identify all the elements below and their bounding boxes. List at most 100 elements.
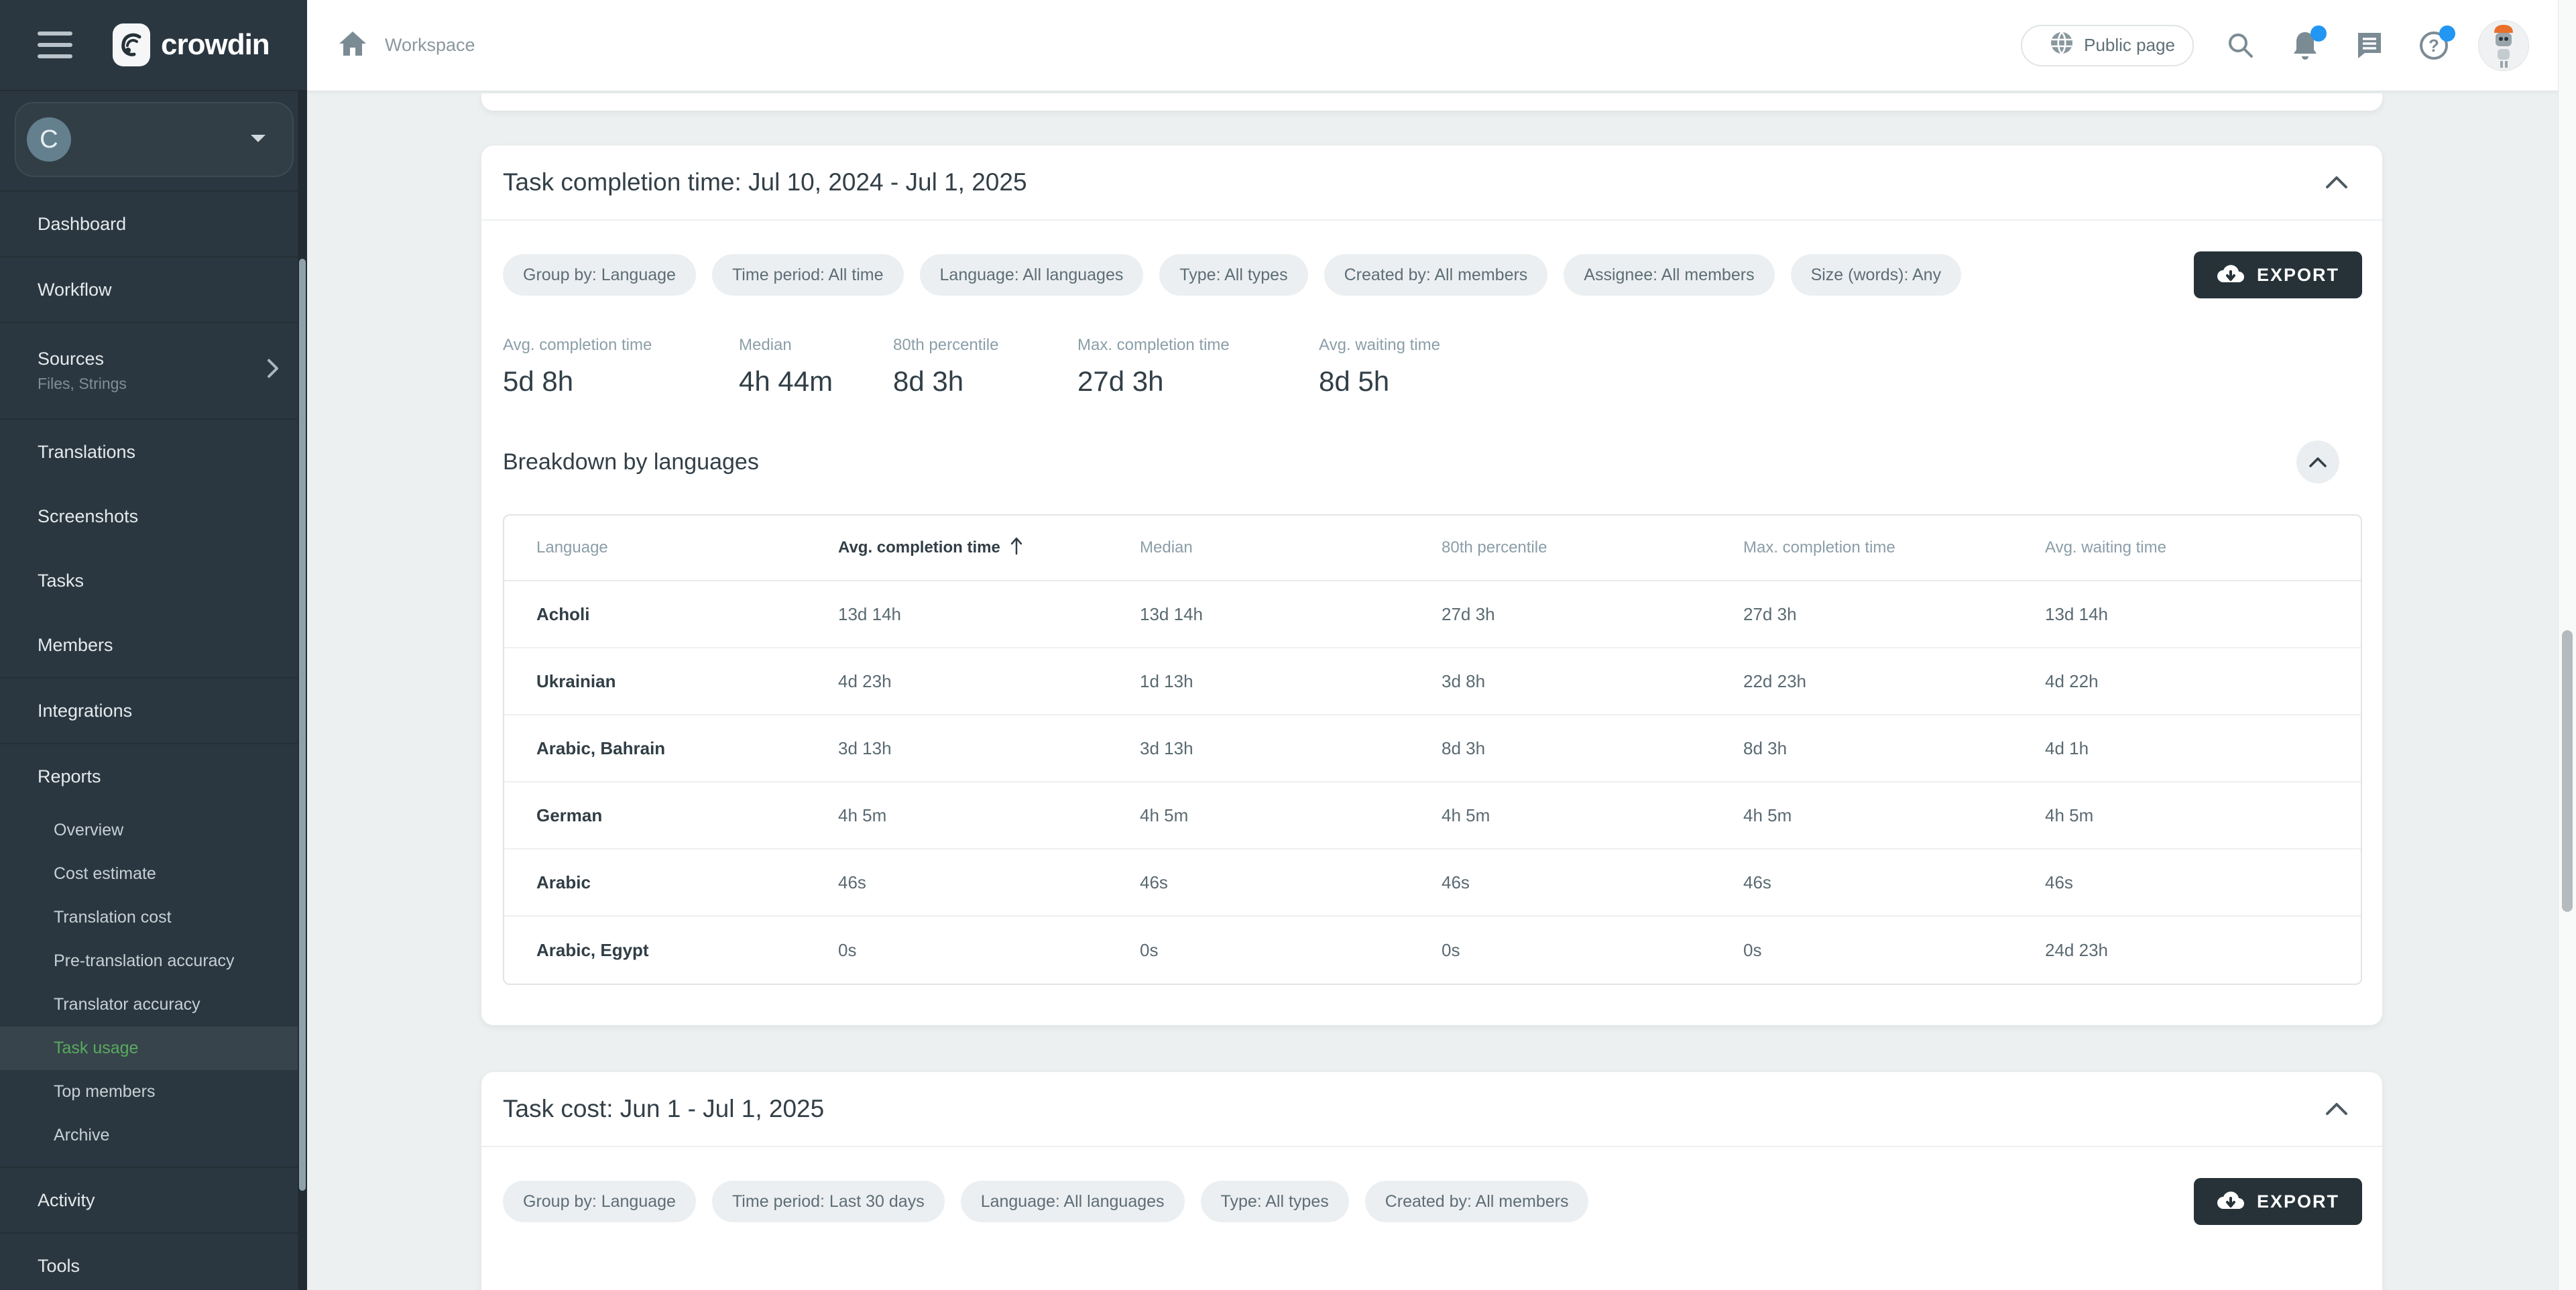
table-header-row: Language Avg. completion time Median 80t…: [504, 516, 2361, 581]
sidebar-item-tasks[interactable]: Tasks: [0, 548, 307, 613]
user-avatar[interactable]: [2478, 20, 2529, 71]
caret-down-icon: [248, 132, 268, 148]
chip-created-by[interactable]: Created by: All members: [1365, 1181, 1589, 1222]
stat-avg-completion: Avg. completion time 5d 8h: [503, 336, 739, 398]
help-notification-dot: [2439, 25, 2455, 42]
page-scrollbar-thumb[interactable]: [2562, 630, 2573, 912]
sidebar-subitem-overview[interactable]: Overview: [0, 809, 307, 852]
crowdin-logo[interactable]: crowdin: [113, 23, 270, 66]
task-completion-panel: Task completion time: Jul 10, 2024 - Jul…: [481, 145, 2382, 1025]
export-button[interactable]: EXPORT: [2194, 1178, 2362, 1225]
main-area: Workspace Public page: [307, 0, 2576, 1290]
chip-language[interactable]: Language: All languages: [920, 254, 1144, 296]
breakdown-table: Language Avg. completion time Median 80t…: [503, 514, 2362, 985]
sidebar-scrollbar-thumb[interactable]: [299, 259, 306, 1191]
col-max-completion[interactable]: Max. completion time: [1743, 538, 2045, 557]
cloud-download-icon: [2217, 1191, 2245, 1212]
task-cost-header: Task cost: Jun 1 - Jul 1, 2025: [481, 1072, 2382, 1147]
stat-max-completion: Max. completion time 27d 3h: [1077, 336, 1319, 398]
table-row: Arabic 46s 46s 46s 46s 46s: [504, 849, 2361, 917]
col-median[interactable]: Median: [1140, 538, 1442, 557]
col-avg-completion[interactable]: Avg. completion time: [838, 536, 1140, 560]
task-cost-panel: Task cost: Jun 1 - Jul 1, 2025 Group by:…: [481, 1072, 2382, 1290]
sidebar-scrollbar[interactable]: [298, 91, 307, 1290]
col-avg-waiting[interactable]: Avg. waiting time: [2045, 538, 2361, 557]
workspace-selector-wrap: C: [0, 91, 307, 192]
task-cost-title: Task cost: Jun 1 - Jul 1, 2025: [503, 1095, 824, 1123]
sidebar-header: crowdin: [0, 0, 307, 91]
search-icon[interactable]: [2223, 28, 2258, 63]
export-button[interactable]: EXPORT: [2194, 251, 2362, 298]
col-language[interactable]: Language: [536, 538, 838, 557]
topbar-actions: Public page ?: [2021, 20, 2529, 71]
sidebar-subitem-top-members[interactable]: Top members: [0, 1070, 307, 1114]
chip-language[interactable]: Language: All languages: [961, 1181, 1185, 1222]
chip-created-by[interactable]: Created by: All members: [1324, 254, 1548, 296]
breadcrumb-workspace[interactable]: Workspace: [385, 35, 475, 56]
sidebar-item-workflow[interactable]: Workflow: [0, 257, 307, 322]
summary-stats: Avg. completion time 5d 8h Median 4h 44m…: [503, 336, 2362, 398]
public-page-label: Public page: [2084, 35, 2175, 56]
chip-time-period[interactable]: Time period: All time: [712, 254, 904, 296]
app-root: crowdin C Dashboard Workflow: [0, 0, 2576, 1290]
sidebar: crowdin C Dashboard Workflow: [0, 0, 307, 1290]
table-row: German 4h 5m 4h 5m 4h 5m 4h 5m 4h 5m: [504, 782, 2361, 849]
collapse-task-completion-icon[interactable]: [2315, 161, 2358, 204]
sources-sublabel: Files, Strings: [38, 375, 127, 393]
topbar: Workspace Public page: [307, 0, 2576, 91]
filter-row: Group by: Language Time period: Last 30 …: [503, 1178, 2362, 1225]
help-icon[interactable]: ?: [2416, 28, 2451, 63]
chip-group-by[interactable]: Group by: Language: [503, 254, 696, 296]
sort-ascending-icon: [1010, 536, 1023, 560]
content-area: Task completion time: Jul 10, 2024 - Jul…: [307, 91, 2576, 1290]
messages-icon[interactable]: [2352, 28, 2387, 63]
sidebar-subitem-pre-translation-accuracy[interactable]: Pre-translation accuracy: [0, 939, 307, 983]
table-row: Acholi 13d 14h 13d 14h 27d 3h 27d 3h 13d…: [504, 581, 2361, 648]
crowdin-logo-icon: [113, 23, 150, 66]
reports-submenu: Overview Cost estimate Translation cost …: [0, 809, 307, 1167]
chip-type[interactable]: Type: All types: [1201, 1181, 1349, 1222]
task-completion-title: Task completion time: Jul 10, 2024 - Jul…: [503, 168, 1027, 196]
sidebar-subitem-cost-estimate[interactable]: Cost estimate: [0, 852, 307, 896]
collapse-breakdown-icon[interactable]: [2296, 441, 2339, 483]
sidebar-subitem-task-usage[interactable]: Task usage: [0, 1027, 307, 1070]
stat-80th-percentile: 80th percentile 8d 3h: [893, 336, 1077, 398]
workspace-selector[interactable]: C: [15, 102, 294, 177]
chip-time-period[interactable]: Time period: Last 30 days: [712, 1181, 945, 1222]
sidebar-item-screenshots[interactable]: Screenshots: [0, 484, 307, 548]
sidebar-item-translations[interactable]: Translations: [0, 420, 307, 484]
sidebar-item-integrations[interactable]: Integrations: [0, 679, 307, 743]
notifications-bell-icon[interactable]: [2288, 28, 2323, 63]
chip-type[interactable]: Type: All types: [1159, 254, 1307, 296]
sidebar-subitem-archive[interactable]: Archive: [0, 1114, 307, 1157]
chip-group-by[interactable]: Group by: Language: [503, 1181, 696, 1222]
filter-chips: Group by: Language Time period: All time…: [503, 254, 1961, 296]
chevron-right-icon: [266, 357, 280, 385]
table-row: Arabic, Egypt 0s 0s 0s 0s 24d 23h: [504, 917, 2361, 984]
home-icon[interactable]: [338, 30, 367, 60]
svg-text:?: ?: [2428, 36, 2439, 56]
menu-toggle-icon[interactable]: [38, 32, 72, 58]
globe-icon: [2049, 30, 2074, 60]
sidebar-item-dashboard[interactable]: Dashboard: [0, 192, 307, 256]
sidebar-item-reports[interactable]: Reports: [0, 744, 307, 809]
sidebar-item-activity[interactable]: Activity: [0, 1168, 307, 1232]
sidebar-item-sources[interactable]: Sources Files, Strings: [0, 323, 307, 418]
public-page-button[interactable]: Public page: [2021, 25, 2194, 66]
chip-assignee[interactable]: Assignee: All members: [1564, 254, 1774, 296]
collapse-task-cost-icon[interactable]: [2315, 1088, 2358, 1130]
sidebar-item-members[interactable]: Members: [0, 613, 307, 677]
chip-size-words[interactable]: Size (words): Any: [1791, 254, 1962, 296]
sidebar-subitem-translator-accuracy[interactable]: Translator accuracy: [0, 983, 307, 1027]
sidebar-item-tools[interactable]: Tools: [0, 1234, 307, 1290]
task-completion-header: Task completion time: Jul 10, 2024 - Jul…: [481, 145, 2382, 221]
col-80th-percentile[interactable]: 80th percentile: [1442, 538, 1743, 557]
stat-median: Median 4h 44m: [739, 336, 893, 398]
filter-chips: Group by: Language Time period: Last 30 …: [503, 1181, 1588, 1222]
filter-row: Group by: Language Time period: All time…: [503, 251, 2362, 298]
page-scrollbar[interactable]: [2558, 0, 2576, 1290]
breakdown-title: Breakdown by languages: [503, 449, 759, 475]
stat-avg-waiting: Avg. waiting time 8d 5h: [1319, 336, 1440, 398]
sidebar-subitem-translation-cost[interactable]: Translation cost: [0, 896, 307, 939]
sidebar-nav: Dashboard Workflow Sources Files, String…: [0, 192, 307, 1290]
